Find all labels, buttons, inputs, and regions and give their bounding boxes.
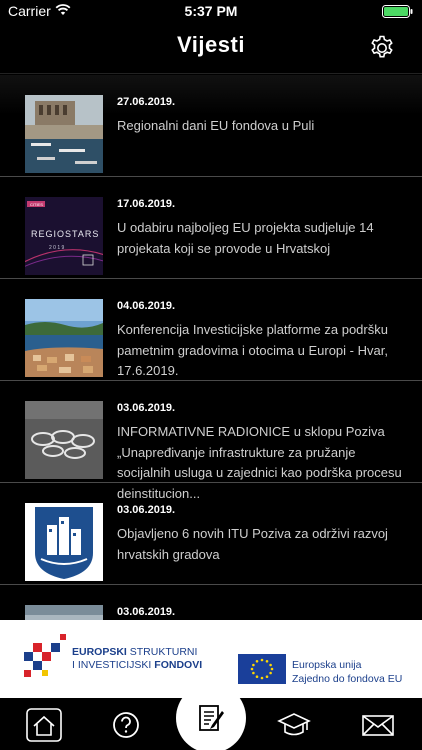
news-thumbnail-image xyxy=(25,503,103,581)
graduation-cap-icon[interactable] xyxy=(276,708,312,742)
esif-europski: EUROPSKI xyxy=(72,646,127,658)
esif-strukturni: STRUKTURNI xyxy=(126,646,198,658)
esif-fondovi: FONDOVI xyxy=(154,659,203,671)
news-thumbnail-image: CITIES REGIOSTARS 2 0 1 9 xyxy=(25,197,103,275)
settings-gear-icon[interactable] xyxy=(368,34,396,62)
clock: 5:37 PM xyxy=(184,3,238,19)
news-title: Regionalni dani EU fondova u Puli xyxy=(117,118,315,133)
news-date: 27.06.2019. xyxy=(117,96,176,108)
thumb-regiostars-text: REGIOSTARS xyxy=(31,229,99,239)
thumb-cities-text: CITIES xyxy=(30,202,43,207)
battery-icon xyxy=(382,5,413,18)
eu-flag-icon xyxy=(238,654,286,684)
news-item[interactable]: 03.06.2019. Objavljeno 6 novih ITU Poziv… xyxy=(0,483,422,585)
news-date: 03.06.2019. xyxy=(117,504,176,516)
eu-line2: Zajedno do fondova EU xyxy=(292,673,403,685)
news-thumbnail-image xyxy=(25,605,103,620)
page-title: Vijesti xyxy=(177,32,245,57)
eu-line1: Europska unija xyxy=(292,659,362,671)
esif-label: EUROPSKI STRUKTURNI I INVESTICIJSKI FOND… xyxy=(72,646,202,672)
navigation-bar: Vijesti xyxy=(0,22,422,74)
home-icon[interactable] xyxy=(26,708,62,742)
news-title: U odabiru najboljeg EU projekta sudjeluj… xyxy=(117,220,374,256)
news-thumbnail-image xyxy=(25,95,103,173)
news-item[interactable]: 03.06.2019. INFORMATIVNE RADIONICE u skl… xyxy=(0,381,422,501)
news-item[interactable]: CITIES REGIOSTARS 2 0 1 9 17.06.2019. U … xyxy=(0,177,422,279)
news-thumbnail-image xyxy=(25,299,103,377)
thumb-year-text: 2 0 1 9 xyxy=(49,245,65,251)
mail-icon[interactable] xyxy=(360,708,396,742)
news-tab-button[interactable] xyxy=(176,683,246,750)
news-title: Konferencija Investicijske platforme za … xyxy=(117,322,388,378)
eu-label: Europska unija Zajedno do fondova EU xyxy=(292,658,402,686)
news-date: 17.06.2019. xyxy=(117,198,176,210)
news-title: Objavljeno 6 novih ITU Poziva za održivi… xyxy=(117,526,388,562)
esif-investicijski: I INVESTICIJSKI xyxy=(72,659,155,671)
news-item[interactable]: 03.06.2019. xyxy=(0,585,422,620)
news-date: 03.06.2019. xyxy=(117,402,176,414)
news-date: 03.06.2019. xyxy=(117,606,176,618)
edit-document-icon xyxy=(199,705,224,731)
news-date: 04.06.2019. xyxy=(117,300,176,312)
news-thumbnail-image xyxy=(25,401,103,479)
status-bar: Carrier 5:37 PM xyxy=(0,0,422,22)
news-list[interactable]: 27.06.2019. Regionalni dani EU fondova u… xyxy=(0,75,422,620)
news-item[interactable]: 04.06.2019. Konferencija Investicijske p… xyxy=(0,279,422,381)
help-icon[interactable] xyxy=(108,708,144,742)
news-item[interactable]: 27.06.2019. Regionalni dani EU fondova u… xyxy=(0,75,422,177)
